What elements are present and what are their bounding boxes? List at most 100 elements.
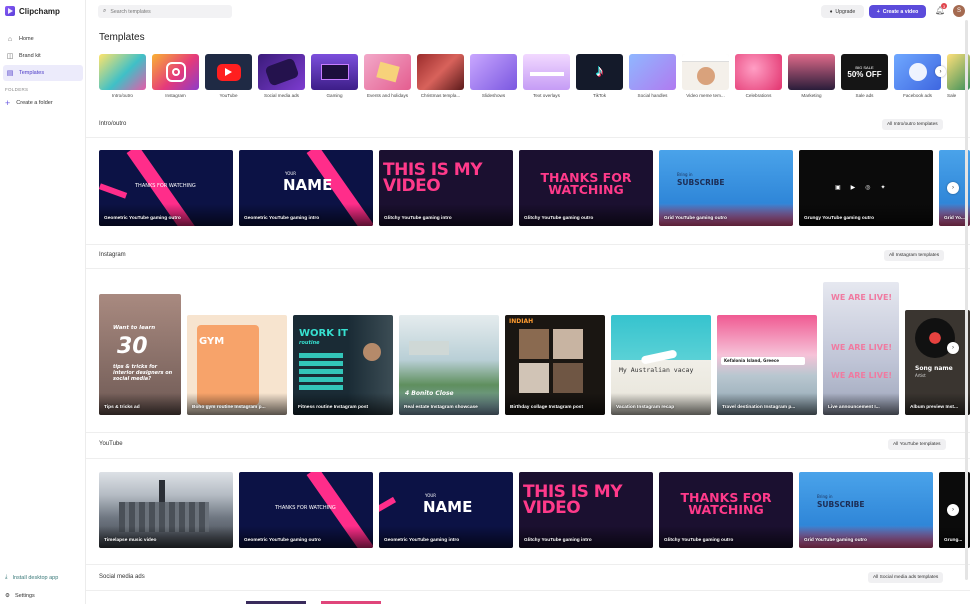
card-label: Geometric YouTube gaming outro: [104, 216, 181, 221]
template-card[interactable]: THANKS FOR WATCHING Geometric YouTube ga…: [239, 472, 373, 548]
template-card[interactable]: Song name Artist Album preview Inst...: [905, 310, 970, 415]
card-label: Glitchy YouTube gaming intro: [524, 538, 592, 543]
card-text: THANKS FOR WATCHING: [680, 490, 772, 517]
category-slideshows[interactable]: Slideshows: [470, 54, 517, 98]
template-card[interactable]: THIS IS MY VIDEO Glitchy YouTube gaming …: [379, 150, 513, 226]
chevron-right-icon: ›: [952, 185, 954, 191]
row-next-arrow[interactable]: ›: [947, 342, 959, 354]
template-card[interactable]: Bring in SUBSCRIBE Grid YouTube gaming o…: [799, 472, 933, 548]
template-card[interactable]: WE ARE LIVE! WE ARE LIVE! WE ARE LIVE! L…: [823, 282, 899, 415]
template-card[interactable]: My Australian vacay Vacation Instagram r…: [611, 315, 711, 415]
install-desktop-app-link[interactable]: ⤓ Install desktop app: [5, 574, 58, 581]
sidebar-item-home[interactable]: ⌂ Home: [3, 31, 83, 47]
create-folder-label: Create a folder: [16, 100, 53, 106]
category-christmas-templates[interactable]: Christmas templa...: [417, 54, 464, 98]
category-label: Facebook ads: [903, 93, 932, 98]
card-label: Tips & tricks ad: [104, 405, 140, 410]
category-label: Slideshows: [481, 93, 506, 98]
settings-link[interactable]: ⚙ Settings: [5, 593, 35, 599]
category-thumbnail: [523, 54, 570, 90]
category-sale-ads[interactable]: BIG SALE 50% OFF Sale ads: [841, 54, 888, 98]
card-label: Grungy YouTube gaming outro: [804, 216, 875, 221]
category-label: Instagram: [165, 93, 186, 98]
search-input[interactable]: [110, 8, 221, 15]
scrollbar[interactable]: [965, 20, 968, 580]
template-card[interactable]: INDIAH Birthday collage Instagram post: [505, 315, 605, 415]
template-card[interactable]: THANKS FOR WATCHING Glitchy YouTube gami…: [659, 472, 793, 548]
folders-heading: FOLDERS: [5, 87, 29, 92]
sale-thumb-text: 50% OFF: [847, 70, 882, 79]
gear-icon: ⚙: [5, 593, 10, 599]
card-sub-text: Artist: [915, 373, 926, 378]
category-thumbnail: [152, 54, 199, 90]
template-card[interactable]: Bring in SUBSCRIBE Grid YouTube gaming o…: [659, 150, 793, 226]
category-gaming[interactable]: Gaming: [311, 54, 358, 98]
card-label: Geometric YouTube gaming intro: [244, 216, 320, 221]
card-text: NAME: [283, 176, 333, 194]
category-events-and-holidays[interactable]: Events and holidays: [364, 54, 411, 98]
upgrade-label: Upgrade: [835, 8, 856, 15]
category-label: Christmas templa...: [420, 93, 461, 98]
card-text: WORK IT: [299, 328, 349, 339]
section-title-instagram: Instagram: [99, 252, 126, 258]
all-intro-outro-button[interactable]: All Intro/outro templates: [882, 119, 943, 130]
category-intro-outro[interactable]: Intro/outro: [99, 54, 146, 98]
card-label: Vacation Instagram recap: [616, 405, 675, 410]
section-divider: [86, 458, 970, 459]
template-card[interactable]: YOUR NAME Geometric YouTube gaming intro: [239, 150, 373, 226]
upgrade-button[interactable]: ♦ Upgrade: [821, 5, 864, 18]
all-social-media-ads-button[interactable]: All Social media ads templates: [868, 572, 944, 583]
template-card[interactable]: THIS IS MY VIDEO Glitchy YouTube gaming …: [519, 472, 653, 548]
card-label: Geometric YouTube gaming intro: [384, 538, 460, 543]
category-video-meme-templates[interactable]: Video meme tem...: [682, 54, 729, 98]
card-label: Grid YouTube gaming outro: [804, 538, 867, 543]
sidebar-item-brand-kit[interactable]: ◫ Brand kit: [3, 48, 83, 64]
instagram-row: Want to learn 30 tips & tricks for inter…: [99, 282, 970, 415]
messenger-icon: [908, 63, 927, 81]
plus-icon: +: [5, 98, 11, 108]
template-card[interactable]: Want to learn 30 tips & tricks for inter…: [99, 294, 181, 415]
sidebar-item-templates[interactable]: ▤ Templates: [3, 65, 83, 81]
category-thumbnail: [735, 54, 782, 90]
template-card[interactable]: THANKS FOR WATCHING Geometric YouTube ga…: [99, 150, 233, 226]
clipchamp-logo[interactable]: Clipchamp: [5, 6, 60, 16]
template-card[interactable]: 4 Bonito Close Real estate Instagram sho…: [399, 315, 499, 415]
template-card[interactable]: GYM Boho gym routine Instagram p...: [187, 315, 287, 415]
card-label: Glitchy YouTube gaming outro: [664, 538, 734, 543]
search-bar[interactable]: ⌕: [98, 5, 232, 18]
template-card[interactable]: Kefalonia Island, Greece Travel destinat…: [717, 315, 817, 415]
template-card[interactable]: ▣ ▶ ◎ ✦ Grungy YouTube gaming outro: [799, 150, 933, 226]
category-facebook-ads[interactable]: Facebook ads: [894, 54, 941, 98]
card-big-text: 30: [117, 334, 148, 359]
templates-icon: ▤: [6, 70, 14, 77]
category-instagram[interactable]: Instagram: [152, 54, 199, 98]
category-thumbnail: [311, 54, 358, 90]
category-thumbnail: BIG SALE 50% OFF: [841, 54, 888, 90]
card-text: THANKS FOR WATCHING: [275, 505, 336, 511]
sidebar-item-label: Brand kit: [19, 53, 41, 59]
create-video-button[interactable]: + Create a video: [869, 5, 926, 18]
row-next-arrow[interactable]: ›: [947, 504, 959, 516]
category-youtube[interactable]: YouTube: [205, 54, 252, 98]
category-social-handles[interactable]: Social handles: [629, 54, 676, 98]
avatar[interactable]: S: [953, 5, 965, 17]
category-label: Celebrations: [745, 93, 772, 98]
category-text-overlays[interactable]: Text overlays: [523, 54, 570, 98]
all-instagram-button[interactable]: All Instagram templates: [884, 250, 945, 261]
row-next-arrow[interactable]: ›: [947, 182, 959, 194]
template-card[interactable]: Timelapse music video: [99, 472, 233, 548]
category-tiktok[interactable]: ♪ TikTok: [576, 54, 623, 98]
section-divider: [86, 137, 970, 138]
category-marketing[interactable]: Marketing: [788, 54, 835, 98]
category-next-arrow[interactable]: ›: [935, 66, 946, 77]
all-youtube-button[interactable]: All YouTube templates: [888, 439, 946, 450]
section-divider: [86, 244, 970, 245]
category-social-media-ads[interactable]: Social media ads: [258, 54, 305, 98]
sidebar-nav: ⌂ Home ◫ Brand kit ▤ Templates: [0, 30, 86, 82]
chevron-right-icon: ›: [952, 345, 954, 351]
template-card[interactable]: WORK IT routine Fitness routine Instagra…: [293, 315, 393, 415]
category-celebrations[interactable]: Celebrations: [735, 54, 782, 98]
template-card[interactable]: THANKS FOR WATCHING Glitchy YouTube gami…: [519, 150, 653, 226]
create-folder-button[interactable]: + Create a folder: [5, 98, 53, 108]
template-card[interactable]: YOUR NAME Geometric YouTube gaming intro: [379, 472, 513, 548]
